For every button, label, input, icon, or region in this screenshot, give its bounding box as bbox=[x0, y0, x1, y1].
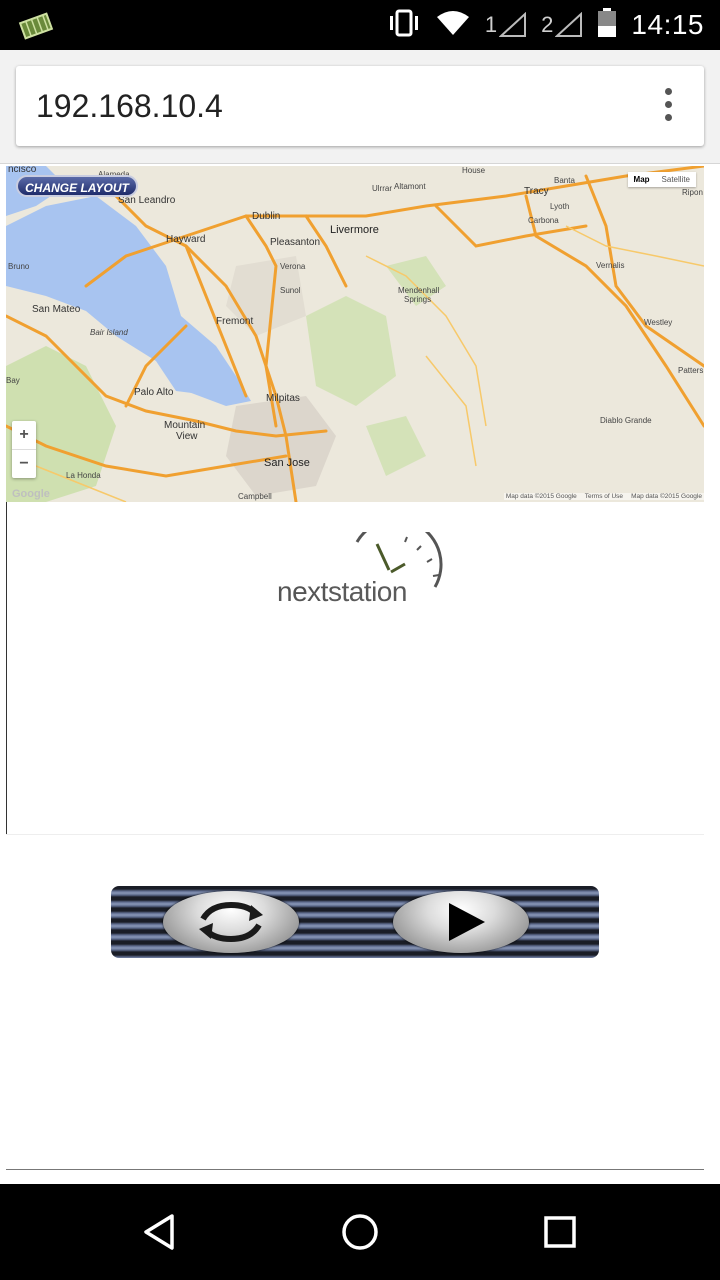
sim2-label: 2 bbox=[541, 12, 554, 37]
google-logo: Google bbox=[12, 488, 50, 500]
place-label: Carbona bbox=[528, 216, 559, 225]
change-layout-button[interactable]: CHANGE LAYOUT bbox=[16, 175, 138, 197]
place-label: Milpitas bbox=[266, 393, 300, 404]
play-icon bbox=[449, 903, 485, 941]
sim2-signal: 2 bbox=[541, 12, 583, 38]
map-data-text: Map data ©2015 Google bbox=[631, 493, 702, 500]
place-label: Lyoth bbox=[550, 202, 570, 211]
map-type-control: Map Satellite bbox=[627, 172, 696, 187]
place-label: Palo Alto bbox=[134, 387, 174, 398]
controls-panel bbox=[6, 834, 704, 1170]
sim1-label: 1 bbox=[484, 12, 498, 37]
logo-text-next: next bbox=[277, 576, 328, 607]
place-label: Bay bbox=[6, 376, 20, 385]
recents-icon[interactable] bbox=[536, 1208, 584, 1256]
url-text[interactable]: 192.168.10.4 bbox=[36, 88, 223, 125]
place-label: Verona bbox=[280, 262, 306, 271]
place-label: Tracy bbox=[524, 186, 549, 197]
browser-toolbar: 192.168.10.4 bbox=[0, 50, 720, 164]
place-label: Sunol bbox=[280, 286, 301, 295]
map-view[interactable]: ncisco Alameda San Leandro Hayward Dubli… bbox=[6, 166, 704, 502]
place-label: Bair Island bbox=[90, 328, 128, 337]
zoom-in-button[interactable]: + bbox=[12, 421, 36, 450]
playback-control-bar bbox=[111, 886, 599, 958]
place-label: Dublin bbox=[252, 211, 281, 222]
wifi-icon bbox=[435, 9, 471, 42]
place-label: House bbox=[462, 166, 486, 175]
map-data-text: Map data ©2015 Google bbox=[505, 493, 577, 500]
place-label: Vernalis bbox=[596, 261, 625, 270]
clock: 14:15 bbox=[631, 9, 704, 40]
place-label: Mountain bbox=[164, 420, 206, 431]
place-label: San Jose bbox=[264, 457, 310, 469]
signal-icon bbox=[555, 12, 583, 37]
map-type-map[interactable]: Map bbox=[628, 172, 656, 187]
nextstation-logo: nextstation bbox=[277, 532, 447, 612]
logo-panel: nextstation bbox=[6, 502, 705, 834]
place-label: View bbox=[176, 431, 198, 442]
status-bar: 1 2 14:15 bbox=[0, 0, 720, 50]
place-label: Bruno bbox=[8, 262, 30, 271]
overflow-menu-icon[interactable] bbox=[658, 88, 678, 124]
place-label: ncisco bbox=[8, 166, 37, 175]
signal-icon bbox=[499, 12, 527, 37]
sim1-signal: 1 bbox=[485, 12, 527, 38]
vibrate-icon bbox=[387, 9, 421, 42]
map-attribution: Map data ©2015 Google Terms of Use Map d… bbox=[503, 493, 704, 500]
place-label: San Mateo bbox=[32, 304, 81, 315]
zoom-control: + − bbox=[12, 421, 36, 478]
web-page: ncisco Alameda San Leandro Hayward Dubli… bbox=[0, 164, 720, 1184]
place-label: Campbell bbox=[238, 492, 272, 501]
navigation-bar bbox=[0, 1184, 720, 1280]
back-icon[interactable] bbox=[136, 1208, 184, 1256]
zoom-out-button[interactable]: − bbox=[12, 450, 36, 478]
place-label: La Honda bbox=[66, 471, 101, 480]
refresh-button[interactable] bbox=[163, 891, 299, 953]
place-label: Ripon bbox=[682, 188, 703, 197]
place-label: Diablo Grande bbox=[600, 416, 652, 425]
place-label: Mendenhall bbox=[398, 286, 440, 295]
map-type-satellite[interactable]: Satellite bbox=[656, 172, 696, 187]
app-notification-icon bbox=[16, 10, 56, 42]
logo-text: nextstation bbox=[277, 576, 407, 608]
place-label: Springs bbox=[404, 295, 432, 304]
battery-icon bbox=[597, 7, 617, 43]
logo-text-station: station bbox=[327, 576, 408, 607]
refresh-icon bbox=[199, 901, 263, 943]
play-button[interactable] bbox=[393, 891, 529, 953]
place-label: Altamont bbox=[394, 182, 426, 191]
place-label: Pleasanton bbox=[270, 237, 321, 248]
place-label: Livermore bbox=[330, 224, 379, 236]
place-label: Ulrrar bbox=[372, 184, 392, 193]
url-bar[interactable]: 192.168.10.4 bbox=[16, 66, 704, 146]
home-icon[interactable] bbox=[336, 1208, 384, 1256]
place-label: Westley bbox=[644, 318, 673, 327]
terms-of-use-link[interactable]: Terms of Use bbox=[585, 493, 623, 500]
place-label: Hayward bbox=[166, 234, 206, 245]
place-label: Patters bbox=[678, 366, 704, 375]
place-label: Fremont bbox=[216, 316, 254, 327]
place-label: Banta bbox=[554, 176, 575, 185]
